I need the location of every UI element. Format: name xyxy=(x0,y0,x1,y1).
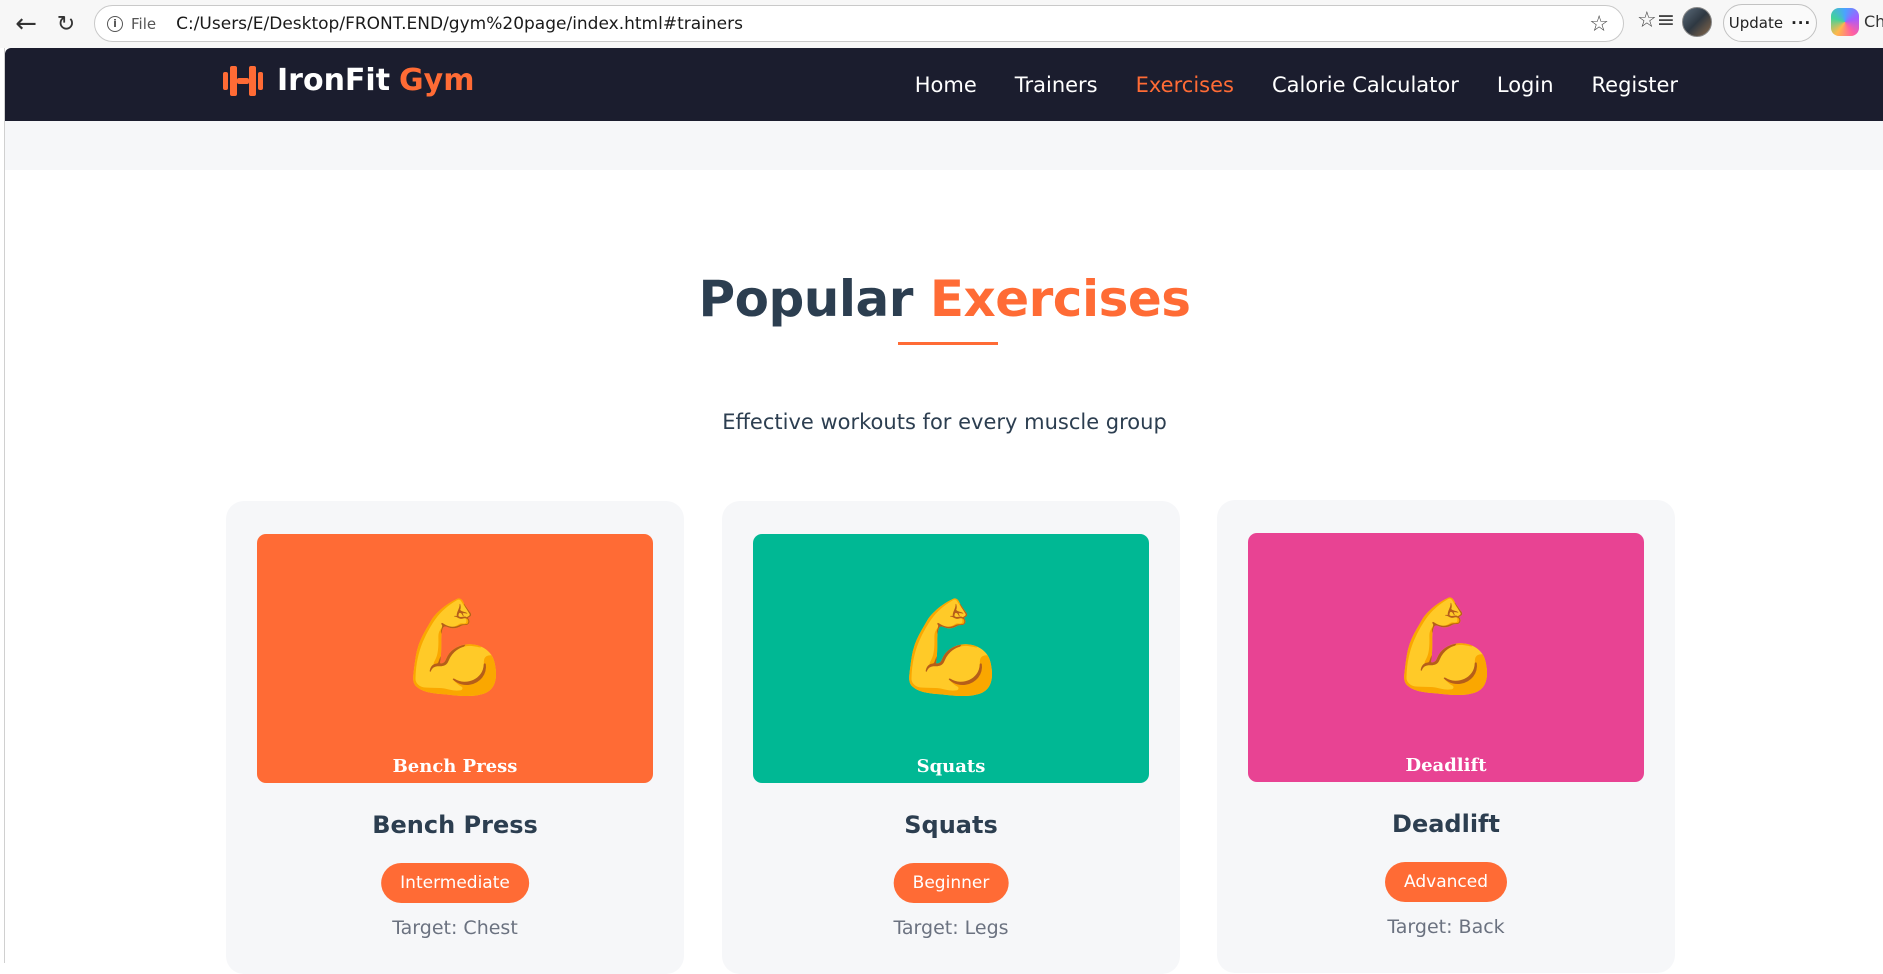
difficulty-badge: Advanced xyxy=(1385,862,1507,902)
copilot-icon[interactable] xyxy=(1831,8,1859,36)
flexed-biceps-icon: 💪 xyxy=(397,594,513,701)
nav-link-trainers[interactable]: Trainers xyxy=(1015,73,1098,97)
exercise-image: 💪 Bench Press xyxy=(257,534,653,783)
update-label: Update xyxy=(1728,14,1784,32)
star-icon[interactable]: ☆ xyxy=(1589,12,1609,37)
dumbbell-icon xyxy=(223,65,263,96)
nav-link-login[interactable]: Login xyxy=(1497,73,1554,97)
logo-text-primary: IronFit xyxy=(277,63,391,98)
flexed-biceps-icon: 💪 xyxy=(893,594,1009,701)
section-title-primary: Popular xyxy=(698,270,913,328)
title-underline xyxy=(898,342,998,345)
site-logo[interactable]: IronFit Gym xyxy=(223,63,475,98)
update-button[interactable]: Update ··· xyxy=(1723,4,1817,42)
main-nav: Home Trainers Exercises Calorie Calculat… xyxy=(877,48,1678,121)
favorites-icon[interactable]: ☆≡ xyxy=(1637,8,1675,33)
info-icon[interactable]: i xyxy=(107,15,123,32)
exercise-image-caption: Bench Press xyxy=(392,756,518,777)
exercise-image-caption: Squats xyxy=(916,756,986,777)
exercise-image: 💪 Deadlift xyxy=(1248,533,1644,782)
exercise-target: Target: Back xyxy=(1387,916,1505,938)
previous-section-edge xyxy=(5,121,1883,170)
reload-icon[interactable]: ↻ xyxy=(46,4,86,44)
address-bar[interactable]: i File C:/Users/E/Desktop/FRONT.END/gym%… xyxy=(94,5,1624,42)
exercise-target: Target: Chest xyxy=(392,917,518,939)
nav-link-register[interactable]: Register xyxy=(1592,73,1678,97)
profile-avatar[interactable] xyxy=(1682,7,1712,37)
section-title: Popular Exercises xyxy=(5,270,1883,328)
difficulty-badge: Intermediate xyxy=(381,863,529,903)
flexed-biceps-icon: 💪 xyxy=(1388,593,1504,700)
nav-link-calorie-calculator[interactable]: Calorie Calculator xyxy=(1272,73,1459,97)
more-options-icon[interactable]: ··· xyxy=(1791,14,1811,32)
difficulty-badge: Beginner xyxy=(893,863,1009,903)
section-title-accent: Exercises xyxy=(929,270,1191,328)
exercise-name: Bench Press xyxy=(372,811,538,839)
nav-link-home[interactable]: Home xyxy=(915,73,977,97)
exercise-name: Squats xyxy=(904,811,998,839)
nav-link-exercises[interactable]: Exercises xyxy=(1136,73,1234,97)
back-arrow-icon[interactable]: ← xyxy=(6,4,46,44)
url-text[interactable]: C:/Users/E/Desktop/FRONT.END/gym%20page/… xyxy=(176,14,743,34)
exercise-name: Deadlift xyxy=(1392,810,1500,838)
exercise-image-caption: Deadlift xyxy=(1405,755,1487,776)
exercise-card[interactable]: 💪 Deadlift Deadlift Advanced Target: Bac… xyxy=(1217,500,1675,973)
site-navbar: IronFit Gym Home Trainers Exercises Calo… xyxy=(5,48,1883,121)
exercise-card[interactable]: 💪 Bench Press Bench Press Intermediate T… xyxy=(226,501,684,974)
truncated-toolbar-text: Ch xyxy=(1864,12,1883,31)
exercise-image: 💪 Squats xyxy=(753,534,1149,783)
exercise-target: Target: Legs xyxy=(893,917,1009,939)
logo-text-accent: Gym xyxy=(399,63,475,98)
section-subtitle: Effective workouts for every muscle grou… xyxy=(722,410,1167,434)
file-scheme-label: File xyxy=(131,14,157,33)
exercise-card[interactable]: 💪 Squats Squats Beginner Target: Legs xyxy=(722,501,1180,974)
browser-toolbar: ← ↻ i File C:/Users/E/Desktop/FRONT.END/… xyxy=(0,0,1883,48)
page-viewport: IronFit Gym Home Trainers Exercises Calo… xyxy=(4,48,1883,974)
